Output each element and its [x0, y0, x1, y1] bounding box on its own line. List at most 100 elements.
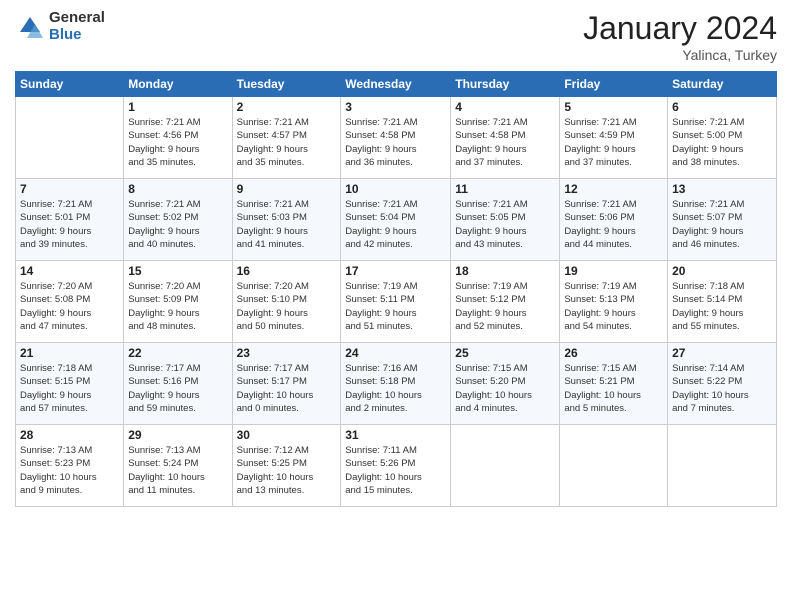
table-cell: 24 Sunrise: 7:16 AMSunset: 5:18 PMDayligh…	[341, 343, 451, 425]
day-info: Sunrise: 7:14 AMSunset: 5:22 PMDaylight:…	[672, 362, 772, 415]
day-number: 20	[672, 264, 772, 278]
header-thursday: Thursday	[451, 72, 560, 97]
table-cell: 19Sunrise: 7:19 AMSunset: 5:13 PMDayligh…	[560, 261, 668, 343]
day-number: 18	[455, 264, 555, 278]
table-cell: 6 Sunrise: 7:21 AMSunset: 5:00 PMDaylight…	[668, 97, 777, 179]
day-number: 21	[20, 346, 119, 360]
day-number: 22	[128, 346, 227, 360]
day-number: 4	[455, 100, 555, 114]
day-info: Sunrise: 7:12 AMSunset: 5:25 PMDaylight:…	[237, 444, 337, 497]
day-number: 11	[455, 182, 555, 196]
day-number: 14	[20, 264, 119, 278]
table-cell: 25Sunrise: 7:15 AMSunset: 5:20 PMDayligh…	[451, 343, 560, 425]
day-info: Sunrise: 7:18 AMSunset: 5:15 PMDaylight:…	[20, 362, 119, 415]
day-info: Sunrise: 7:20 AMSunset: 5:08 PMDaylight:…	[20, 280, 119, 333]
day-number: 7	[20, 182, 119, 196]
table-cell: 5 Sunrise: 7:21 AMSunset: 4:59 PMDaylight…	[560, 97, 668, 179]
day-info: Sunrise: 7:21 AMSunset: 5:01 PMDaylight:…	[20, 198, 119, 251]
day-info: Sunrise: 7:20 AMSunset: 5:10 PMDaylight:…	[237, 280, 337, 333]
day-number: 1	[128, 100, 227, 114]
month-title: January 2024	[583, 10, 777, 47]
week-row-2: 7 Sunrise: 7:21 AMSunset: 5:01 PMDaylight…	[16, 179, 777, 261]
day-number: 6	[672, 100, 772, 114]
table-cell: 14 Sunrise: 7:20 AMSunset: 5:08 PMDayligh…	[16, 261, 124, 343]
weekday-header-row: Sunday Monday Tuesday Wednesday Thursday…	[16, 72, 777, 97]
header-friday: Friday	[560, 72, 668, 97]
day-info: Sunrise: 7:21 AMSunset: 5:03 PMDaylight:…	[237, 198, 337, 251]
day-number: 23	[237, 346, 337, 360]
week-row-1: 1 Sunrise: 7:21 AMSunset: 4:56 PMDaylight…	[16, 97, 777, 179]
table-cell	[16, 97, 124, 179]
day-info: Sunrise: 7:19 AMSunset: 5:11 PMDaylight:…	[345, 280, 446, 333]
table-cell: 27 Sunrise: 7:14 AMSunset: 5:22 PMDayligh…	[668, 343, 777, 425]
table-cell: 29 Sunrise: 7:13 AMSunset: 5:24 PMDayligh…	[124, 425, 232, 507]
table-cell: 10 Sunrise: 7:21 AMSunset: 5:04 PMDayligh…	[341, 179, 451, 261]
day-number: 30	[237, 428, 337, 442]
table-cell	[668, 425, 777, 507]
day-info: Sunrise: 7:20 AMSunset: 5:09 PMDaylight:…	[128, 280, 227, 333]
day-info: Sunrise: 7:21 AMSunset: 4:56 PMDaylight:…	[128, 116, 227, 169]
day-number: 28	[20, 428, 119, 442]
header-wednesday: Wednesday	[341, 72, 451, 97]
table-cell: 8 Sunrise: 7:21 AMSunset: 5:02 PMDaylight…	[124, 179, 232, 261]
day-number: 29	[128, 428, 227, 442]
day-number: 17	[345, 264, 446, 278]
table-cell: 20 Sunrise: 7:18 AMSunset: 5:14 PMDayligh…	[668, 261, 777, 343]
day-info: Sunrise: 7:21 AMSunset: 5:07 PMDaylight:…	[672, 198, 772, 251]
table-cell	[560, 425, 668, 507]
day-info: Sunrise: 7:21 AMSunset: 5:02 PMDaylight:…	[128, 198, 227, 251]
header: General Blue January 2024 Yalinca, Turke…	[15, 10, 777, 63]
table-cell: 16Sunrise: 7:20 AMSunset: 5:10 PMDayligh…	[232, 261, 341, 343]
header-sunday: Sunday	[16, 72, 124, 97]
table-cell: 30 Sunrise: 7:12 AMSunset: 5:25 PMDayligh…	[232, 425, 341, 507]
day-info: Sunrise: 7:21 AMSunset: 5:00 PMDaylight:…	[672, 116, 772, 169]
day-number: 10	[345, 182, 446, 196]
table-cell	[451, 425, 560, 507]
day-number: 13	[672, 182, 772, 196]
day-number: 25	[455, 346, 555, 360]
table-cell: 11 Sunrise: 7:21 AMSunset: 5:05 PMDayligh…	[451, 179, 560, 261]
day-number: 27	[672, 346, 772, 360]
day-number: 8	[128, 182, 227, 196]
table-cell: 13 Sunrise: 7:21 AMSunset: 5:07 PMDayligh…	[668, 179, 777, 261]
day-info: Sunrise: 7:21 AMSunset: 4:57 PMDaylight:…	[237, 116, 337, 169]
day-info: Sunrise: 7:16 AMSunset: 5:18 PMDaylight:…	[345, 362, 446, 415]
day-number: 9	[237, 182, 337, 196]
table-cell: 31Sunrise: 7:11 AMSunset: 5:26 PMDayligh…	[341, 425, 451, 507]
day-info: Sunrise: 7:21 AMSunset: 5:04 PMDaylight:…	[345, 198, 446, 251]
table-cell: 17 Sunrise: 7:19 AMSunset: 5:11 PMDayligh…	[341, 261, 451, 343]
day-number: 12	[564, 182, 663, 196]
day-info: Sunrise: 7:17 AMSunset: 5:16 PMDaylight:…	[128, 362, 227, 415]
day-info: Sunrise: 7:17 AMSunset: 5:17 PMDaylight:…	[237, 362, 337, 415]
day-info: Sunrise: 7:19 AMSunset: 5:12 PMDaylight:…	[455, 280, 555, 333]
table-cell: 2 Sunrise: 7:21 AMSunset: 4:57 PMDaylight…	[232, 97, 341, 179]
logo-general: General	[49, 10, 105, 27]
header-saturday: Saturday	[668, 72, 777, 97]
day-number: 5	[564, 100, 663, 114]
week-row-5: 28Sunrise: 7:13 AMSunset: 5:23 PMDayligh…	[16, 425, 777, 507]
day-number: 15	[128, 264, 227, 278]
header-monday: Monday	[124, 72, 232, 97]
table-cell: 18 Sunrise: 7:19 AMSunset: 5:12 PMDayligh…	[451, 261, 560, 343]
day-number: 2	[237, 100, 337, 114]
day-number: 24	[345, 346, 446, 360]
day-info: Sunrise: 7:21 AMSunset: 4:59 PMDaylight:…	[564, 116, 663, 169]
location: Yalinca, Turkey	[583, 47, 777, 63]
table-cell: 15 Sunrise: 7:20 AMSunset: 5:09 PMDayligh…	[124, 261, 232, 343]
day-info: Sunrise: 7:21 AMSunset: 5:05 PMDaylight:…	[455, 198, 555, 251]
logo: General Blue	[15, 10, 105, 43]
day-info: Sunrise: 7:15 AMSunset: 5:21 PMDaylight:…	[564, 362, 663, 415]
calendar-table: Sunday Monday Tuesday Wednesday Thursday…	[15, 71, 777, 507]
table-cell: 3Sunrise: 7:21 AMSunset: 4:58 PMDaylight…	[341, 97, 451, 179]
table-cell: 7 Sunrise: 7:21 AMSunset: 5:01 PMDaylight…	[16, 179, 124, 261]
day-number: 19	[564, 264, 663, 278]
day-info: Sunrise: 7:11 AMSunset: 5:26 PMDaylight:…	[345, 444, 446, 497]
table-cell: 22 Sunrise: 7:17 AMSunset: 5:16 PMDayligh…	[124, 343, 232, 425]
table-cell: 28Sunrise: 7:13 AMSunset: 5:23 PMDayligh…	[16, 425, 124, 507]
day-info: Sunrise: 7:18 AMSunset: 5:14 PMDaylight:…	[672, 280, 772, 333]
table-cell: 9 Sunrise: 7:21 AMSunset: 5:03 PMDaylight…	[232, 179, 341, 261]
day-info: Sunrise: 7:13 AMSunset: 5:24 PMDaylight:…	[128, 444, 227, 497]
table-cell: 23 Sunrise: 7:17 AMSunset: 5:17 PMDayligh…	[232, 343, 341, 425]
day-number: 26	[564, 346, 663, 360]
page: General Blue January 2024 Yalinca, Turke…	[0, 0, 792, 612]
